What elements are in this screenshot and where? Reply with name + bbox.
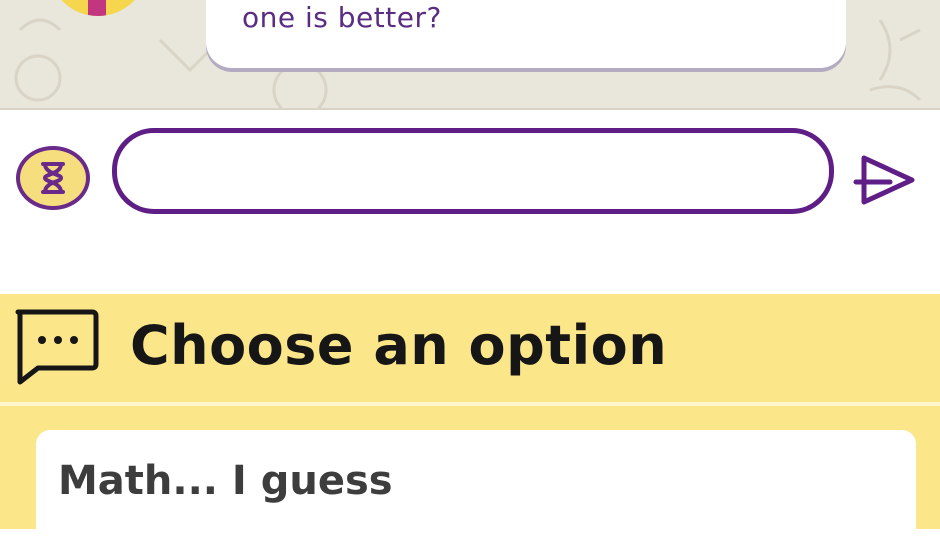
- send-arrow-icon: [853, 155, 915, 205]
- options-panel: Choose an option Math... I guess: [0, 294, 940, 550]
- timer-button[interactable]: [16, 146, 90, 210]
- message-input[interactable]: [112, 128, 834, 214]
- hourglass-icon: [41, 162, 65, 194]
- message-text: one is better?: [242, 1, 442, 34]
- chat-bubble-dots-icon: [15, 309, 99, 385]
- message-bubble: one is better?: [206, 0, 846, 68]
- option-label: Math... I guess: [58, 458, 393, 504]
- option-item[interactable]: Math... I guess: [36, 430, 916, 550]
- chat-area: one is better?: [0, 0, 940, 110]
- options-header: Choose an option: [0, 294, 940, 406]
- send-button[interactable]: [850, 150, 920, 210]
- options-title: Choose an option: [130, 314, 668, 377]
